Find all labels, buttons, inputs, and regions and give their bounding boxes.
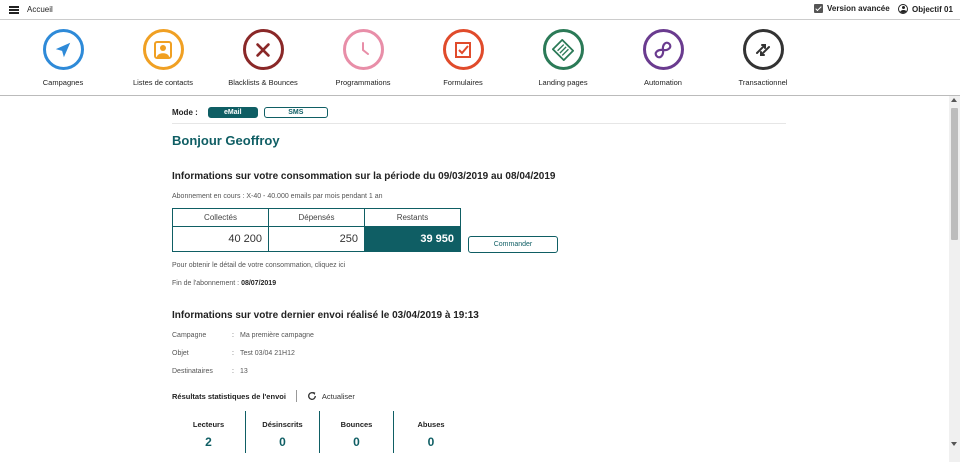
page-icon [542,29,584,70]
refresh-icon [307,391,316,400]
info-value: Test 03/04 21H12 [240,350,295,357]
info-key: Campagne [172,332,207,339]
module-label: Automation [644,78,682,87]
info-row-campagne: Campagne: Ma première campagne [172,332,314,339]
user-menu[interactable]: Objectif 01 [898,4,953,14]
divider [295,390,297,402]
module-formulaires[interactable]: Formulaires [413,29,513,87]
module-label: Blacklists & Bounces [228,78,298,87]
user-name: Objectif 01 [912,4,953,14]
mode-sms-button[interactable]: SMS [263,106,328,118]
value-depenses: 250 [268,226,365,252]
scroll-down-icon[interactable] [951,442,957,446]
contact-icon [142,29,184,70]
info-value: 13 [240,368,248,375]
module-landing-pages[interactable]: Landing pages [513,29,613,87]
advanced-version-toggle[interactable]: Version avancée [814,4,890,13]
stat-value: 2 [205,435,212,449]
divider [172,123,786,124]
module-label: Formulaires [443,78,483,87]
module-label: Landing pages [538,78,588,87]
header-depenses: Dépensés [268,208,365,227]
module-blacklists[interactable]: Blacklists & Bounces [213,29,313,87]
scroll-up-icon[interactable] [951,98,957,102]
advanced-version-label: Version avancée [827,4,890,13]
stat-value: 0 [427,435,435,449]
stat-bounces: Bounces 0 [320,411,394,453]
module-label: Listes de contacts [132,78,194,87]
scrollbar[interactable] [949,96,960,462]
module-label: Transactionnel [738,78,788,87]
consumption-title: Informations sur votre consommation sur … [172,171,556,182]
consumption-table: Collectés Dépensés Restants 40 200 250 3… [172,208,461,252]
top-bar: Accueil Version avancée Objectif 01 [0,0,960,20]
info-row-objet: Objet: Test 03/04 21H12 [172,350,295,357]
stat-label: Lecteurs [192,420,225,429]
mode-label: Mode : [172,107,198,117]
value-collectes: 40 200 [172,226,269,252]
stat-value: 0 [279,435,286,449]
scroll-thumb[interactable] [951,108,958,240]
results-header: Résultats statistiques de l'envoi Actual… [172,390,355,402]
module-label: Campagnes [42,78,84,87]
stat-value: 0 [353,435,360,449]
results-label: Résultats statistiques de l'envoi [172,391,286,401]
last-send-title: Informations sur votre dernier envoi réa… [172,310,479,321]
mode-selector: Mode : eMail SMS [172,106,328,118]
module-label: Programmations [335,78,391,87]
greeting: Bonjour Geoffroy [172,133,280,148]
stat-label: Bounces [340,420,373,429]
module-programmations[interactable]: Programmations [313,29,413,87]
stat-label: Abuses [417,420,445,429]
stat-abuses: Abuses 0 [394,411,468,453]
send-stats: Lecteurs 2 Désinscrits 0 Bounces 0 Abuse… [172,411,468,453]
stat-label: Désinscrits [262,420,303,429]
order-button[interactable]: Commander [468,236,558,253]
form-check-icon [442,29,484,70]
module-campagnes[interactable]: Campagnes [13,29,113,87]
subscription-end-date: 08/07/2019 [241,280,277,287]
refresh-label: Actualiser [321,391,355,401]
menu-icon[interactable] [9,6,19,14]
module-transactionnel[interactable]: Transactionnel [713,29,813,87]
infinity-icon [642,29,684,70]
mode-email-button[interactable]: eMail [207,106,258,118]
header-restants: Restants [364,208,461,227]
subscription-end: Fin de l'abonnement : 08/07/2019 [172,280,276,287]
clock-icon [342,29,384,70]
module-listes-contacts[interactable]: Listes de contacts [113,29,213,87]
module-bar: Campagnes Listes de contacts Blacklists … [0,21,960,96]
info-value: Ma première campagne [240,332,314,339]
x-circle-icon [242,29,284,70]
checkbox-icon[interactable] [814,4,823,13]
subscription-end-label: Fin de l'abonnement : [172,280,240,287]
stat-desinscrits: Désinscrits 0 [246,411,320,453]
info-key: Objet [172,350,189,357]
stat-lecteurs: Lecteurs 2 [172,411,246,453]
value-restants: 39 950 [364,226,461,252]
navigation-arrow-icon [42,29,84,70]
header-collectes: Collectés [172,208,269,227]
user-icon [898,4,908,14]
info-row-destinataires: Destinataires:13 [172,368,248,375]
subscription-info: Abonnement en cours : X-40 - 40.000 emai… [172,193,383,200]
home-link[interactable]: Accueil [27,5,53,14]
transfer-arrows-icon [742,29,784,70]
refresh-button[interactable]: Actualiser [307,391,355,401]
info-key: Destinataires [172,368,213,375]
consumption-detail-link[interactable]: Pour obtenir le détail de votre consomma… [172,262,345,269]
module-automation[interactable]: Automation [613,29,713,87]
